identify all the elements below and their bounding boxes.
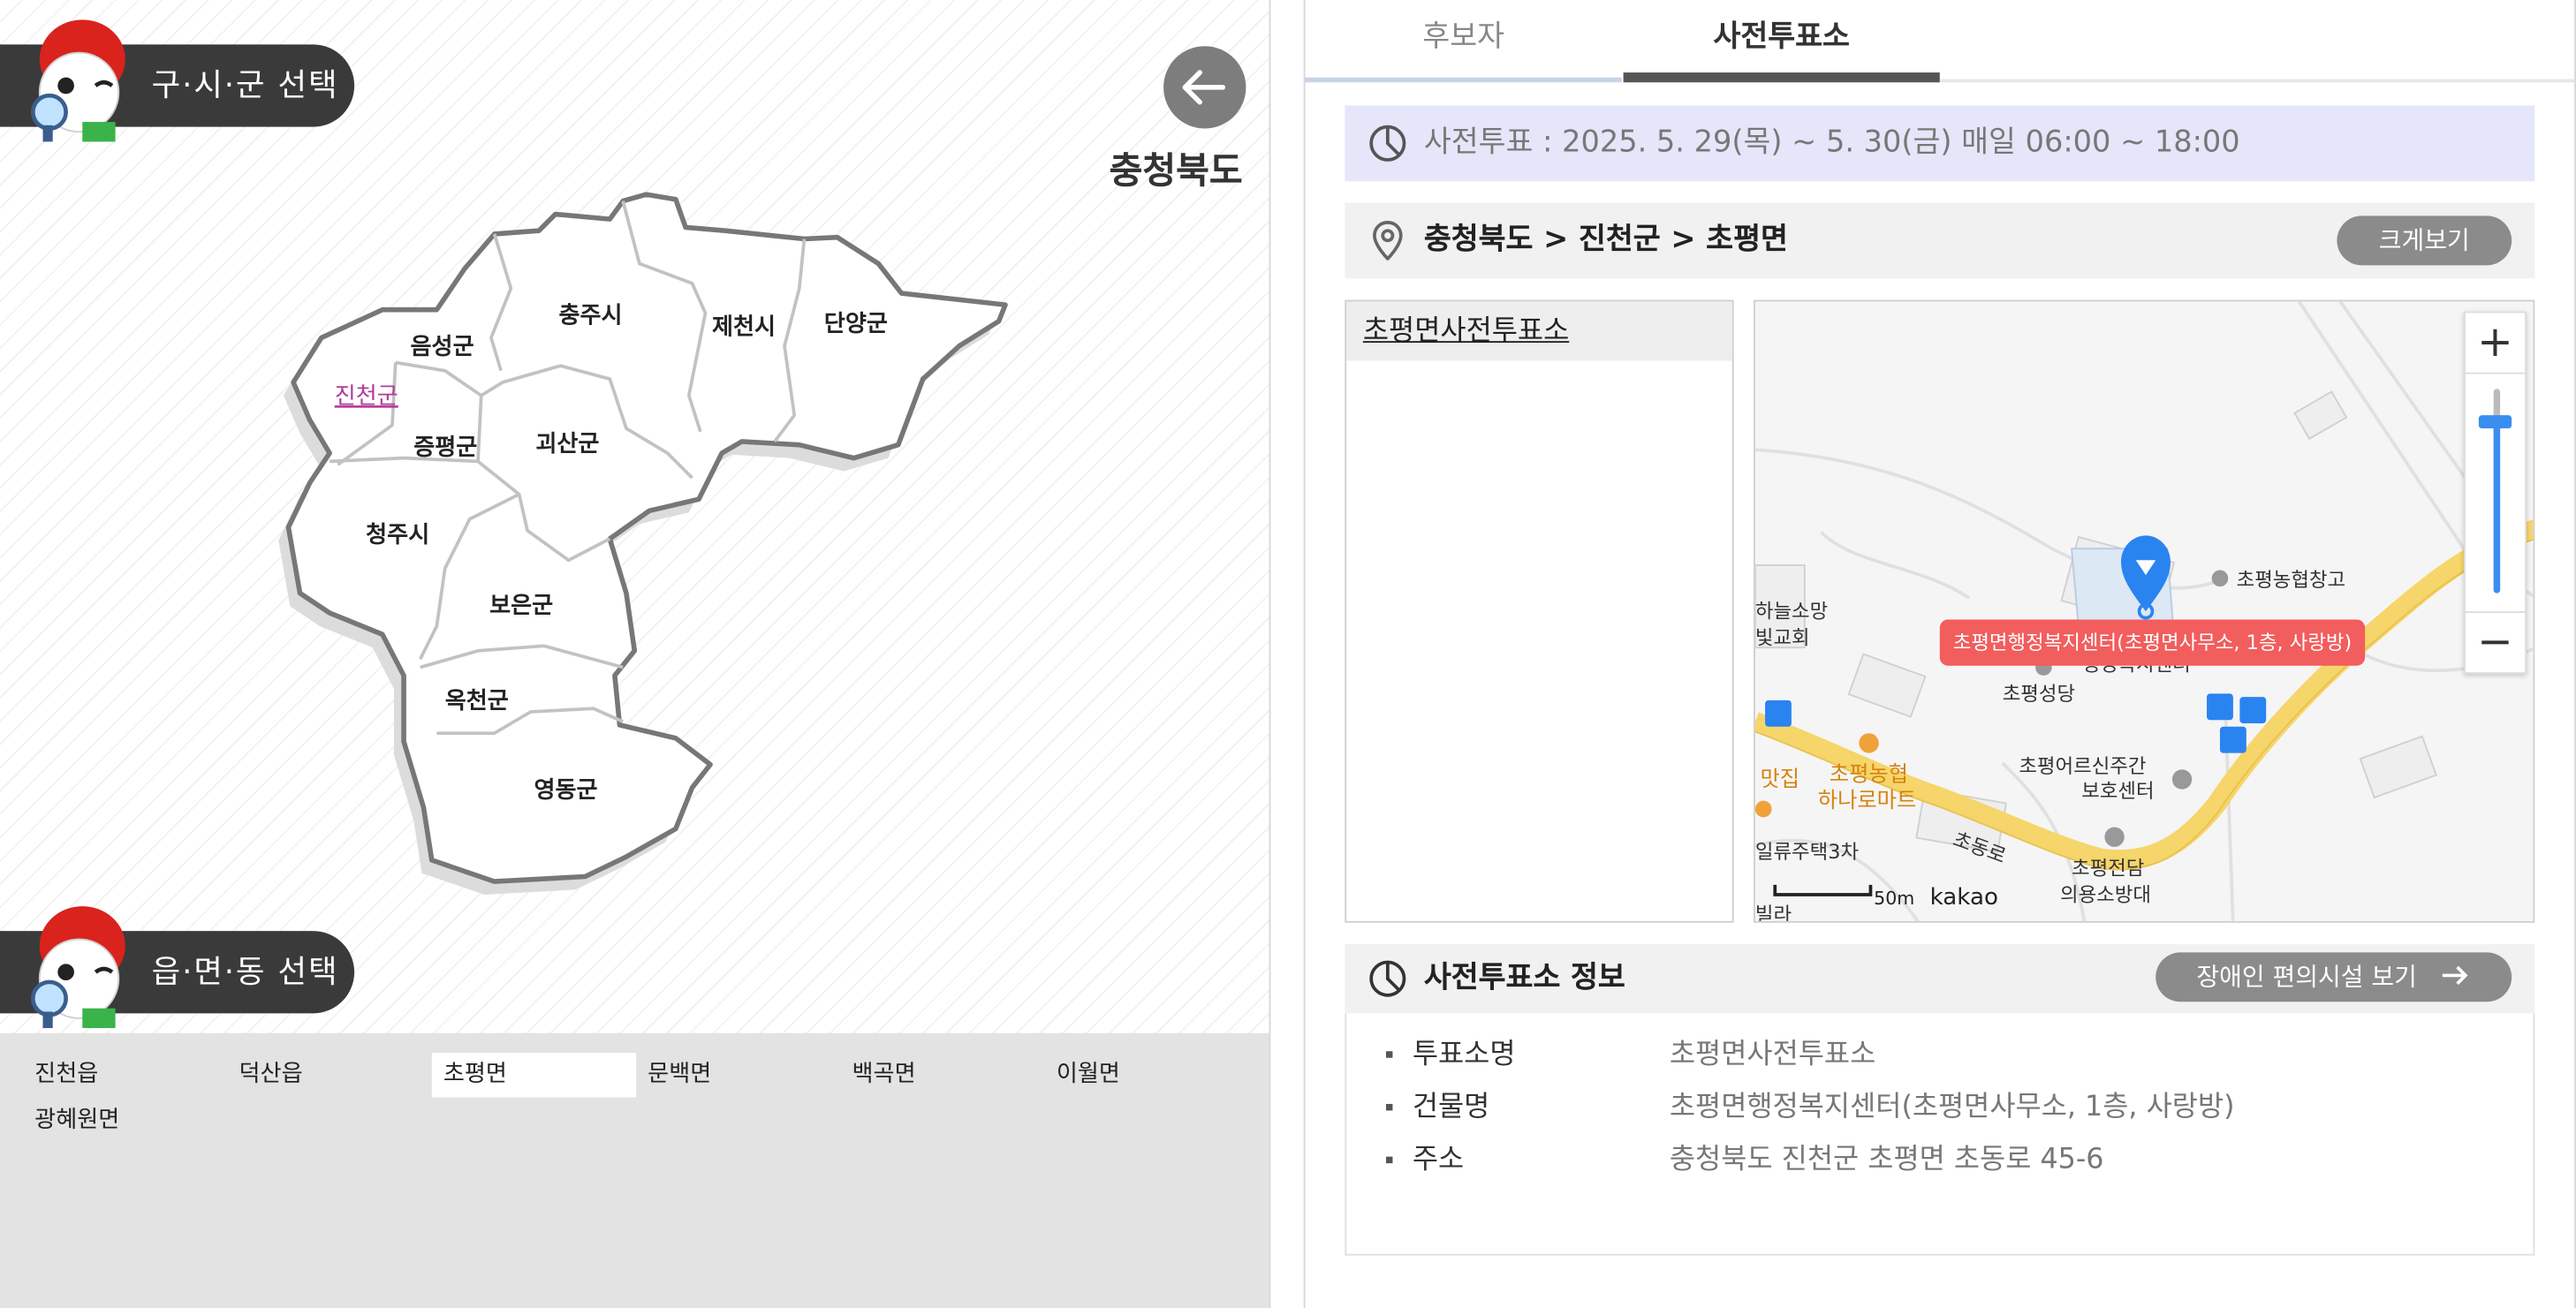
zoom-out-button[interactable]: − (2465, 611, 2526, 672)
district-goesan[interactable]: 괴산군 (535, 431, 599, 457)
town-section-title: 읍·면·동 선택 (151, 954, 339, 991)
info-key: 건물명 (1412, 1091, 1490, 1124)
restaurant-icon (1754, 800, 1772, 818)
map-label-mart: 하나로마트 (1818, 787, 1917, 813)
fire-station-icon (2104, 827, 2125, 847)
district-yeongdong[interactable]: 영동군 (534, 777, 597, 804)
district-cheongju[interactable]: 청주시 (366, 522, 429, 548)
district-jeungpyeong[interactable]: 증평군 (413, 435, 477, 461)
map-label-senior-center: 초평어르신주간 (2019, 755, 2146, 778)
station-info-header: 사전투표소 정보 장애인 편의시설 보기 (1345, 943, 2535, 1014)
region-selector-panel: 충주시 제천시 단양군 음성군 진천군 증평군 괴산군 청주시 보은군 옥천군 … (0, 0, 1271, 1308)
result-panel: 후보자 사전투표소 사전투표 : 2025. 5. 29(목) ~ 5. 30(… (1303, 0, 2576, 1308)
voting-period-banner: 사전투표 : 2025. 5. 29(목) ~ 5. 30(금) 매일 06:0… (1345, 105, 2535, 182)
map-canvas: 초평농협창고 하늘소망 빛교회 행정복지센터 초평성당 초평어르신주간 보호센터… (1754, 301, 2534, 923)
back-button[interactable] (1163, 46, 1246, 129)
town-list: 진천읍 덕산읍 초평면 문백면 백곡면 이월면 광혜원면 (0, 1032, 1269, 1308)
map-pin-tooltip[interactable]: 초평면행정복지센터(초평면사무소, 1층, 사랑방) (1939, 619, 2366, 666)
info-value: 초평면사전투표소 (1669, 1038, 1876, 1071)
district-eumseong[interactable]: 음성군 (411, 334, 474, 360)
accessibility-button-label: 장애인 편의시설 보기 (2196, 962, 2417, 993)
bullet-icon (1385, 1051, 1393, 1058)
zoom-level-fill (2493, 418, 2501, 594)
scale-label: 50m (1874, 888, 1915, 910)
district-boeun[interactable]: 보은군 (489, 593, 553, 619)
station-info-title: 사전투표소 정보 (1423, 960, 1625, 995)
enlarge-map-button[interactable]: 크게보기 (2337, 215, 2512, 266)
tab-divider (1939, 79, 2575, 83)
info-key: 주소 (1412, 1143, 1465, 1177)
kakao-logo: kakao (1929, 884, 1998, 911)
town-item[interactable]: 이월면 (1045, 1053, 1249, 1097)
map-label-restaurant: 맛집 (1760, 766, 1799, 791)
clock-icon (1369, 125, 1406, 162)
tab-early-voting[interactable]: 사전투표소 (1623, 0, 1940, 83)
map-label-senior-center: 보호센터 (2081, 780, 2154, 803)
clock-icon (1369, 960, 1406, 997)
location-map[interactable]: 초평농협창고 하늘소망 빛교회 행정복지센터 초평성당 초평어르신주간 보호센터… (1753, 299, 2535, 923)
district-jincheon[interactable]: 진천군 (335, 383, 398, 410)
zoom-in-button[interactable]: + (2465, 313, 2526, 374)
map-label-fire-brigade: 의용소방대 (2060, 883, 2151, 906)
location-bar: 충청북도 > 진천군 > 초평면 크게보기 (1345, 202, 2535, 279)
senior-center-icon (2171, 769, 2193, 790)
district-danyang[interactable]: 단양군 (824, 311, 888, 337)
zoom-control: + − (2464, 311, 2527, 675)
town-item[interactable]: 백곡면 (840, 1053, 1044, 1097)
location-pin-icon (1373, 220, 1403, 261)
info-value: 초평면행정복지센터(초평면사무소, 1층, 사랑방) (1669, 1091, 2235, 1124)
tab-candidates[interactable]: 후보자 (1305, 0, 1622, 83)
town-item[interactable]: 광혜원면 (23, 1099, 227, 1143)
province-map: 충주시 제천시 단양군 음성군 진천군 증평군 괴산군 청주시 보은군 옥천군 … (278, 192, 1008, 896)
breadcrumb: 충청북도 > 진천군 > 초평면 (1423, 222, 1788, 258)
station-info-table: 투표소명 초평면사전투표소 건물명 초평면행정복지센터(초평면사무소, 1층, … (1345, 1013, 2535, 1256)
map-label-fire-brigade: 초평전담 (2072, 858, 2144, 881)
map-label-warehouse: 초평농협창고 (2237, 569, 2346, 592)
map-label-housing: 일류주택3차 (1755, 841, 1859, 864)
map-label-church: 하늘소망 (1755, 601, 1828, 624)
map-label-villa: 빌라 (1755, 904, 1792, 923)
mart-icon (1859, 733, 1879, 753)
province-title: 충청북도 (1109, 151, 1243, 193)
map-label-church: 빛교회 (1755, 626, 1810, 649)
district-jecheon[interactable]: 제천시 (712, 314, 776, 341)
mascot-icon (30, 906, 125, 1029)
accessibility-facilities-button[interactable]: 장애인 편의시설 보기 (2156, 952, 2512, 1002)
town-item[interactable]: 문백면 (636, 1053, 840, 1097)
info-value: 충청북도 진천군 초평면 초동로 45-6 (1669, 1143, 2104, 1177)
town-item[interactable]: 덕산읍 (227, 1053, 431, 1097)
info-key: 투표소명 (1412, 1038, 1516, 1071)
town-item[interactable]: 진천읍 (23, 1053, 227, 1097)
warehouse-icon (2211, 570, 2229, 587)
district-section-title: 구·시·군 선택 (151, 67, 339, 104)
arrow-left-icon (1182, 70, 1226, 105)
arrow-right-icon (2443, 965, 2469, 986)
district-chungju[interactable]: 충주시 (558, 303, 622, 329)
bullet-icon (1385, 1156, 1393, 1164)
district-okcheon[interactable]: 옥천군 (445, 688, 509, 714)
bullet-icon (1385, 1103, 1393, 1111)
polling-station-item[interactable]: 초평면사전투표소 (1346, 301, 1732, 361)
voting-period-text: 사전투표 : 2025. 5. 29(목) ~ 5. 30(금) 매일 06:0… (1423, 125, 2240, 160)
town-item-selected[interactable]: 초평면 (431, 1053, 637, 1098)
map-label-cathedral: 초평성당 (2003, 683, 2075, 706)
zoom-slider-handle[interactable] (2478, 415, 2512, 429)
map-label-mart: 초평농협 (1830, 760, 1908, 786)
mascot-icon (30, 19, 125, 142)
polling-station-list: 초평면사전투표소 (1345, 299, 1734, 923)
